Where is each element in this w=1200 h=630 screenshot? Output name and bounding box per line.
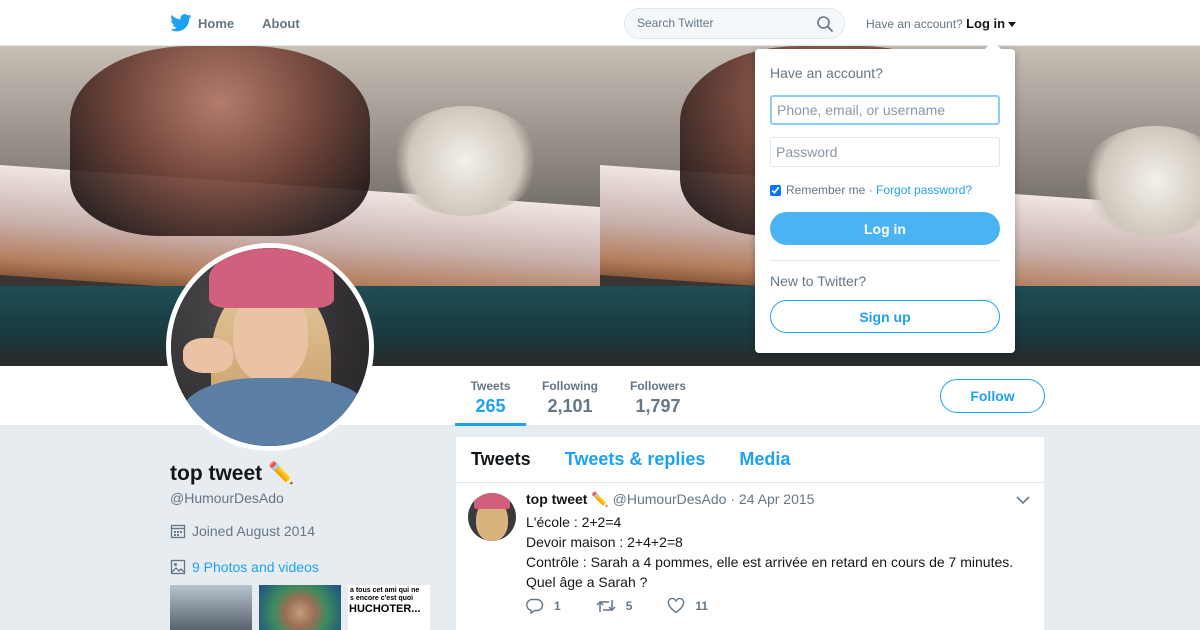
photos-videos-link[interactable]: 9 Photos and videos	[170, 559, 319, 575]
stat-following-value: 2,101	[547, 396, 593, 416]
tweet-date[interactable]: · 24 Apr 2015	[730, 491, 814, 507]
login-button[interactable]: Log in	[770, 212, 1000, 245]
calendar-icon	[170, 524, 186, 539]
thumbnail-caption-large: HUCHOTER...	[349, 603, 421, 615]
tweet-line: Contrôle : Sarah a 4 pommes, elle est ar…	[526, 554, 1014, 570]
stat-tweets-label: Tweets	[470, 379, 511, 393]
profile-avatar[interactable]	[166, 243, 374, 451]
tweet-line: Quel âge a Sarah ?	[526, 574, 648, 590]
nav-about-label: About	[262, 15, 300, 31]
tweet-line: L'école : 2+2=4	[526, 514, 622, 530]
heart-icon	[668, 598, 685, 614]
divider	[770, 260, 1000, 261]
profile-joined-text: Joined August 2014	[192, 523, 315, 539]
tab-tweets-replies[interactable]: Tweets & replies	[565, 449, 706, 470]
tweet-line: Devoir maison : 2+4+2=8	[526, 534, 683, 550]
search-box	[624, 8, 845, 39]
stat-tweets-value: 265	[475, 396, 506, 416]
reply-icon	[526, 598, 544, 614]
reply-button[interactable]: 1	[526, 598, 561, 614]
login-dropdown: Have an account? Remember me · Forgot pa…	[755, 41, 1015, 353]
stat-following[interactable]: Following 2,101	[537, 366, 603, 426]
stat-tweets[interactable]: Tweets 265	[455, 366, 526, 426]
stat-followers-value: 1,797	[635, 396, 681, 416]
tweet-text: L'école : 2+2=4 Devoir maison : 2+4+2=8 …	[526, 512, 1013, 592]
nav-left: Home About	[170, 0, 328, 46]
account-login-toggle[interactable]: Have an account? Log in	[866, 16, 1017, 31]
timeline: Tweets Tweets & replies Media top tweet …	[456, 437, 1044, 630]
tweet-avatar[interactable]	[468, 493, 516, 541]
profile-name[interactable]: top tweet ✏️	[170, 462, 294, 486]
photo-thumbnail[interactable]	[259, 585, 341, 630]
photo-thumbnail[interactable]	[170, 585, 252, 630]
separator-dot: ·	[865, 183, 877, 197]
tweet-actions: 1 5 11	[526, 598, 743, 614]
tweet-author-handle[interactable]: @HumourDesAdo	[613, 491, 727, 507]
reply-count: 1	[554, 599, 561, 613]
retweet-count: 5	[625, 599, 633, 613]
nav-home-label: Home	[198, 15, 235, 31]
forgot-password-link[interactable]: Forgot password?	[876, 183, 972, 197]
like-count: 11	[695, 599, 709, 613]
signup-button[interactable]: Sign up	[770, 300, 1000, 333]
login-dropdown-title: Have an account?	[770, 65, 883, 81]
tweet-author-name[interactable]: top tweet ✏️	[526, 491, 609, 507]
username-field[interactable]	[770, 95, 1000, 125]
photo-thumbnail[interactable]: a tous cet ami qui ne s encore c'est quo…	[348, 585, 430, 630]
search-icon[interactable]	[816, 15, 834, 33]
tweet-card[interactable]: top tweet ✏️ @HumourDesAdo · 24 Apr 2015…	[456, 483, 1044, 630]
new-to-twitter-text: New to Twitter?	[770, 273, 867, 289]
nav-home[interactable]: Home	[170, 14, 234, 32]
profile-joined: Joined August 2014	[170, 523, 315, 539]
remember-me-label[interactable]: Remember me	[786, 183, 865, 197]
remember-me-checkbox[interactable]	[770, 184, 781, 196]
chevron-down-icon[interactable]	[1016, 495, 1030, 505]
login-link[interactable]: Log in	[966, 16, 1005, 31]
thumbnail-caption: a tous cet ami qui ne s encore c'est quo…	[350, 587, 420, 602]
search-input[interactable]	[637, 16, 807, 30]
stat-followers[interactable]: Followers 1,797	[624, 366, 692, 426]
photo-thumbnails: a tous cet ami qui ne s encore c'est quo…	[170, 585, 437, 630]
like-button[interactable]: 11	[667, 598, 708, 614]
photos-videos-label: 9 Photos and videos	[192, 559, 319, 575]
dropdown-arrow	[985, 41, 1001, 49]
stat-following-label: Following	[542, 379, 598, 393]
retweet-button[interactable]: 5	[596, 598, 633, 614]
have-account-text: Have an account?	[866, 17, 963, 31]
caret-down-icon	[1008, 22, 1017, 28]
top-navigation-bar: Home About Have an account? Log in	[0, 0, 1200, 46]
remember-me-row: Remember me · Forgot password?	[770, 183, 972, 197]
image-icon	[170, 559, 186, 575]
retweet-icon	[596, 600, 616, 612]
follow-button[interactable]: Follow	[940, 379, 1045, 413]
tab-tweets[interactable]: Tweets	[471, 449, 531, 470]
stat-followers-label: Followers	[629, 379, 686, 393]
profile-handle[interactable]: @HumourDesAdo	[170, 490, 284, 506]
tab-media[interactable]: Media	[739, 449, 790, 470]
timeline-tabs: Tweets Tweets & replies Media	[456, 437, 1044, 483]
twitter-bird-icon	[170, 14, 192, 32]
nav-about[interactable]: About	[262, 16, 300, 31]
password-field[interactable]	[770, 137, 1000, 167]
tweet-header: top tweet ✏️ @HumourDesAdo · 24 Apr 2015	[526, 491, 814, 508]
